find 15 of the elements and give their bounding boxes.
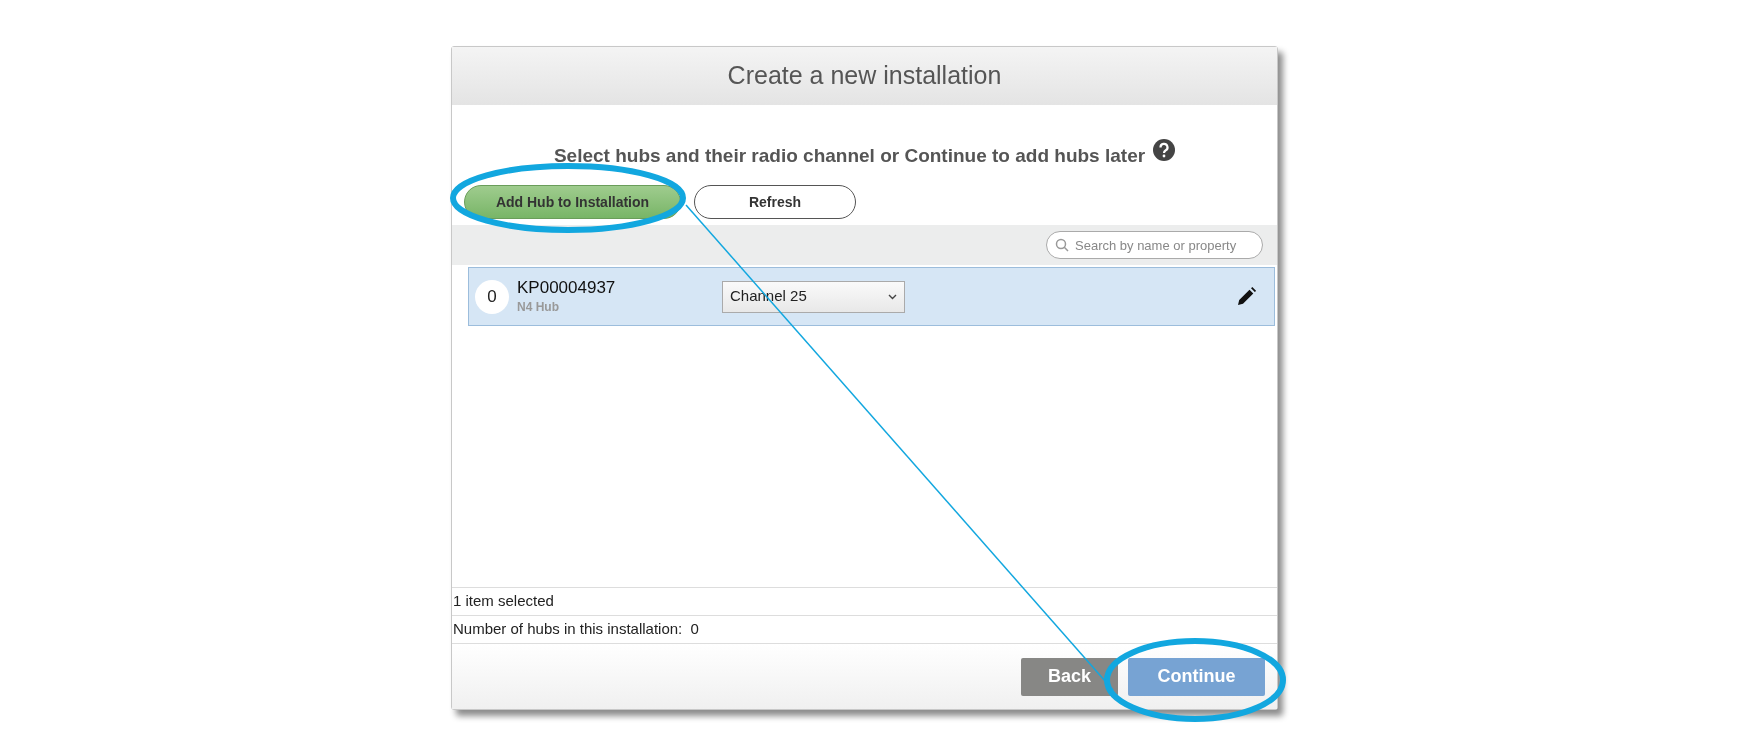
hub-serial: KP00004937 [517,277,617,298]
hub-type: N4 Hub [517,298,560,316]
status-text: Number of hubs in this installation: 0 [453,619,699,640]
status-text: 1 item selected [453,591,554,612]
hub-index: 0 [475,279,509,314]
chevron-icon [888,293,897,300]
instruction-text: Select hubs and their radio channel or Continue to add hubs later [553,143,1146,168]
dialog-title: Create a new installation [727,60,1002,92]
search-icon [1055,238,1069,252]
pencil-icon[interactable] [1236,286,1256,307]
help-icon[interactable] [1153,139,1176,161]
search-field[interactable]: Search by name or property [1046,231,1263,259]
add-hub-button[interactable]: Add Hub to Installation [464,185,681,219]
back-button[interactable]: Back [1021,657,1118,696]
refresh-button[interactable]: Refresh [694,185,856,219]
